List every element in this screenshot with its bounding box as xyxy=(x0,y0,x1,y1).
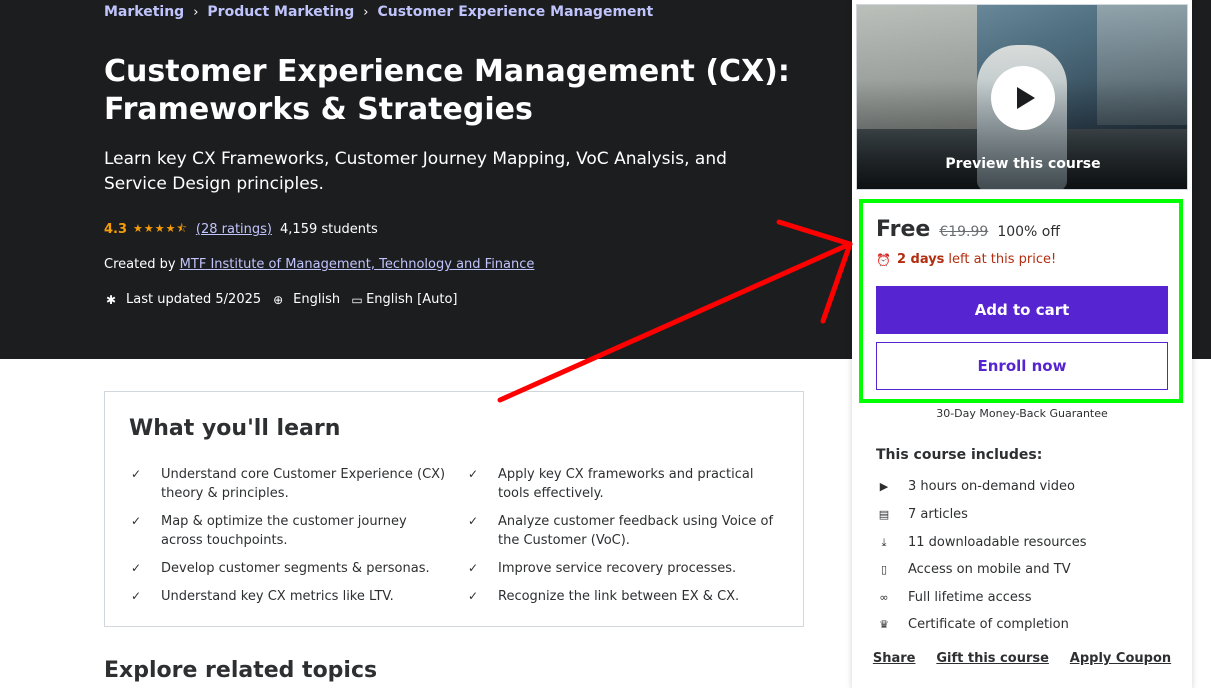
current-price: Free xyxy=(876,217,931,242)
learn-item: ✓ Map & optimize the customer journey ac… xyxy=(131,512,451,550)
includes-item: ▯ Access on mobile and TV xyxy=(876,562,1071,577)
breadcrumb: Marketing › Product Marketing › Customer… xyxy=(104,4,653,20)
play-icon[interactable] xyxy=(991,66,1055,130)
check-icon: ✓ xyxy=(468,561,479,575)
created-by-label: Created by xyxy=(104,257,176,272)
preview-label[interactable]: Preview this course xyxy=(857,156,1187,172)
check-icon: ✓ xyxy=(468,514,479,528)
course-captions: English [Auto] xyxy=(366,292,458,307)
price-timer: ⏰ 2 days left at this price! xyxy=(876,252,1056,267)
check-icon: ✓ xyxy=(131,514,142,528)
what-you-learn-box: What you'll learn ✓ Understand core Cust… xyxy=(104,391,804,627)
check-icon: ✓ xyxy=(131,589,142,603)
includes-item: ∞ Full lifetime access xyxy=(876,590,1031,605)
includes-title: This course includes: xyxy=(876,447,1043,463)
apply-coupon-link[interactable]: Apply Coupon xyxy=(1070,651,1171,666)
explore-related-title: Explore related topics xyxy=(104,658,378,683)
video-icon: ▶ xyxy=(879,480,889,493)
chevron-right-icon: › xyxy=(363,4,369,20)
includes-item-text: 11 downloadable resources xyxy=(908,535,1087,550)
share-link[interactable]: Share xyxy=(873,651,916,666)
learn-item: ✓ Analyze customer feedback using Voice … xyxy=(468,512,788,550)
discount-percent: 100% off xyxy=(997,224,1060,240)
money-back-guarantee: 30-Day Money-Back Guarantee xyxy=(936,407,1108,420)
chevron-right-icon: › xyxy=(193,4,199,20)
rating-count-link[interactable]: (28 ratings) xyxy=(196,222,272,237)
breadcrumb-product-marketing[interactable]: Product Marketing xyxy=(207,4,354,20)
article-icon: ▤ xyxy=(878,508,890,521)
learn-item: ✓ Understand key CX metrics like LTV. xyxy=(131,587,451,606)
includes-item: ⤓ 11 downloadable resources xyxy=(876,535,1087,550)
star-rating-icon: ★★★★⯪ xyxy=(133,222,188,235)
timer-days: 2 days xyxy=(896,252,945,267)
includes-item-text: Certificate of completion xyxy=(908,617,1069,632)
course-title: Customer Experience Management (CX): Fra… xyxy=(104,54,790,127)
alert-badge-icon: ✱ xyxy=(105,292,117,307)
enroll-now-button[interactable]: Enroll now xyxy=(876,342,1168,390)
includes-item: ▤ 7 articles xyxy=(876,507,968,522)
learn-item-text: Analyze customer feedback using Voice of… xyxy=(498,514,774,548)
price-row: Free €19.99 100% off xyxy=(876,217,1060,242)
course-meta: ✱ Last updated 5/2025 ⊕ English ▭ Englis… xyxy=(104,292,468,307)
learn-item: ✓ Apply key CX frameworks and practical … xyxy=(468,465,788,503)
includes-item-text: 7 articles xyxy=(908,507,968,522)
includes-item: ▶ 3 hours on-demand video xyxy=(876,479,1075,494)
learn-item-text: Understand key CX metrics like LTV. xyxy=(161,589,394,604)
check-icon: ✓ xyxy=(468,589,479,603)
download-icon: ⤓ xyxy=(881,535,887,549)
trophy-icon: ♛ xyxy=(879,618,889,631)
what-you-learn-title: What you'll learn xyxy=(129,416,341,441)
rating-row: 4.3 ★★★★⯪ (28 ratings) 4,159 students xyxy=(104,220,378,239)
learn-item: ✓ Recognize the link between EX & CX. xyxy=(468,587,788,606)
course-subtitle: Learn key CX Frameworks, Customer Journe… xyxy=(104,149,727,194)
add-to-cart-button[interactable]: Add to cart xyxy=(876,286,1168,334)
infinity-icon: ∞ xyxy=(879,591,889,604)
breadcrumb-marketing[interactable]: Marketing xyxy=(104,4,184,20)
course-preview[interactable]: Preview this course xyxy=(856,4,1188,190)
includes-item: ♛ Certificate of completion xyxy=(876,617,1069,632)
breadcrumb-cx-management[interactable]: Customer Experience Management xyxy=(377,4,653,20)
learn-item-text: Recognize the link between EX & CX. xyxy=(498,589,740,604)
learn-item-text: Understand core Customer Experience (CX)… xyxy=(161,467,446,501)
includes-item-text: Access on mobile and TV xyxy=(908,562,1071,577)
timer-text: left at this price! xyxy=(948,252,1057,267)
created-by: Created by MTF Institute of Management, … xyxy=(104,257,534,272)
rating-value: 4.3 xyxy=(104,222,128,237)
check-icon: ✓ xyxy=(131,561,142,575)
learn-item-text: Map & optimize the customer journey acro… xyxy=(161,514,407,548)
mobile-icon: ▯ xyxy=(880,563,888,576)
last-updated: Last updated 5/2025 xyxy=(126,292,262,307)
alarm-clock-icon: ⏰ xyxy=(876,252,891,267)
learn-item: ✓ Develop customer segments & personas. xyxy=(131,559,451,578)
original-price: €19.99 xyxy=(939,224,989,240)
course-language: English xyxy=(293,292,341,307)
instructor-link[interactable]: MTF Institute of Management, Technology … xyxy=(180,257,535,272)
captions-icon: ▭ xyxy=(351,292,363,307)
check-icon: ✓ xyxy=(468,467,479,481)
check-icon: ✓ xyxy=(131,467,142,481)
learn-item-text: Improve service recovery processes. xyxy=(498,561,737,576)
learn-item: ✓ Improve service recovery processes. xyxy=(468,559,788,578)
includes-item-text: Full lifetime access xyxy=(908,590,1032,605)
student-count: 4,159 students xyxy=(280,222,378,237)
gift-course-link[interactable]: Gift this course xyxy=(936,651,1049,666)
includes-item-text: 3 hours on-demand video xyxy=(908,479,1075,494)
learn-item: ✓ Understand core Customer Experience (C… xyxy=(131,465,451,503)
sidebar-links: Share Gift this course Apply Coupon xyxy=(852,651,1192,666)
learn-item-text: Develop customer segments & personas. xyxy=(161,561,430,576)
learn-item-text: Apply key CX frameworks and practical to… xyxy=(498,467,754,501)
globe-icon: ⊕ xyxy=(273,292,284,307)
